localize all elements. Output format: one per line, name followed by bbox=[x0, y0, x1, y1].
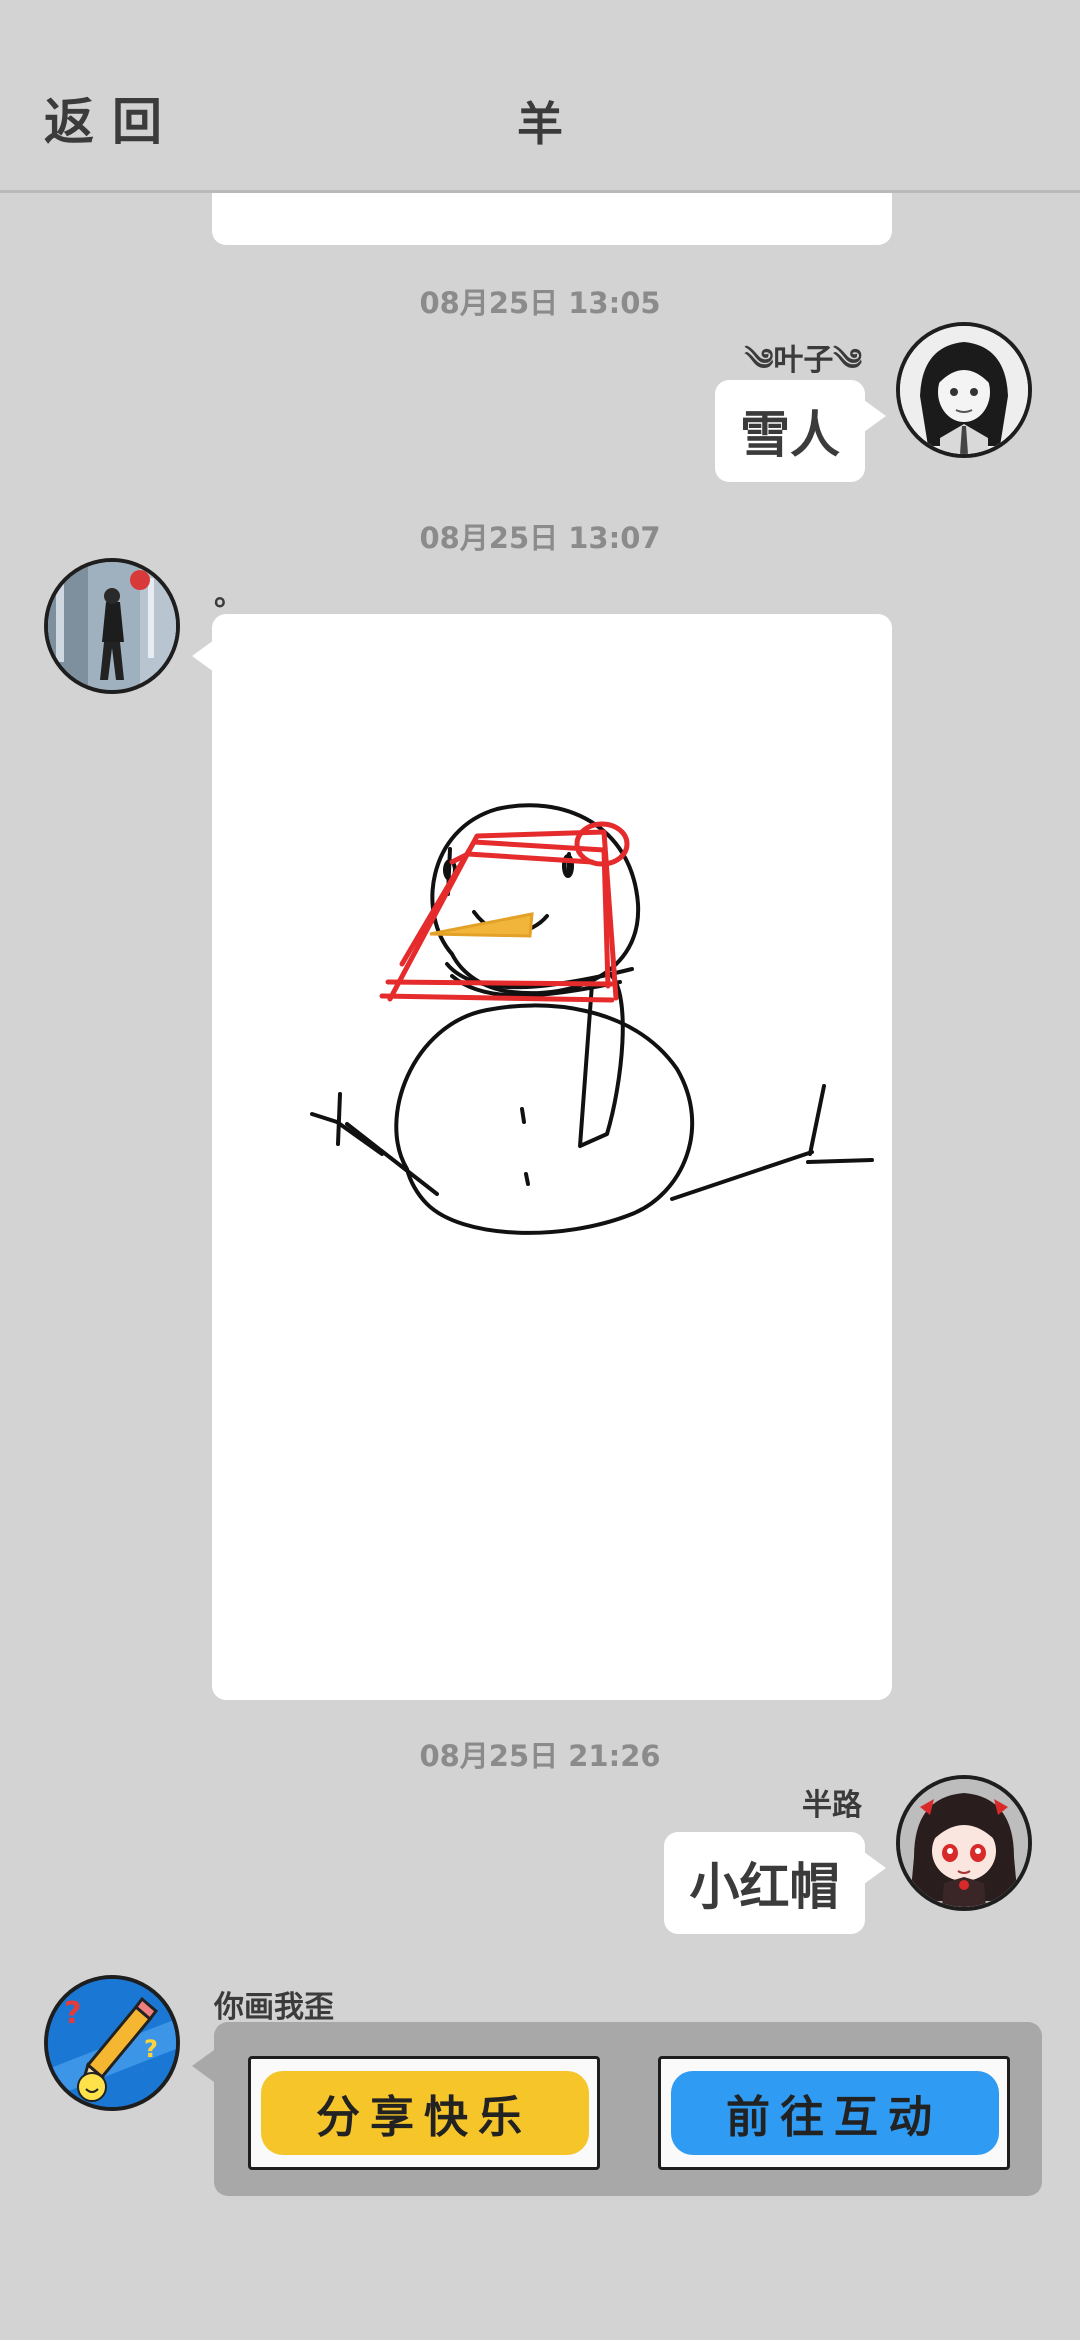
bubble-tail bbox=[864, 400, 886, 432]
message-bubble[interactable]: 雪人 bbox=[715, 380, 865, 482]
avatar-chibi-image bbox=[900, 1779, 1028, 1907]
drawing-card[interactable] bbox=[212, 614, 892, 1700]
timestamp: 08月25日 21:26 bbox=[419, 1739, 661, 1773]
avatar-pencil-icon: ? ? bbox=[48, 1979, 176, 2107]
svg-text:?: ? bbox=[64, 1996, 81, 2031]
user-avatar[interactable] bbox=[896, 322, 1032, 458]
go-interact-button[interactable]: 前往互动 bbox=[658, 2056, 1010, 2170]
svg-text:?: ? bbox=[144, 2035, 158, 2063]
message-bubble[interactable]: 小红帽 bbox=[664, 1832, 865, 1934]
game-invite-card: 分享快乐 前往互动 bbox=[214, 2022, 1042, 2196]
avatar-street-image bbox=[48, 562, 176, 690]
avatar-girl-image bbox=[900, 326, 1028, 454]
timestamp: 08月25日 13:05 bbox=[419, 286, 661, 320]
bubble-tail bbox=[864, 1852, 886, 1884]
go-button-label: 前往互动 bbox=[726, 2092, 942, 2143]
timestamp: 08月25日 13:07 bbox=[419, 521, 661, 555]
contact-avatar[interactable] bbox=[44, 558, 180, 694]
user-avatar[interactable] bbox=[896, 1775, 1032, 1911]
sender-name: 你画我歪 bbox=[214, 1990, 334, 2025]
bubble-tail bbox=[192, 640, 214, 672]
sender-name: 。 bbox=[214, 578, 244, 613]
share-button-label: 分享快乐 bbox=[316, 2092, 532, 2143]
chat-title: 羊 bbox=[517, 97, 563, 151]
contact-avatar[interactable]: ? ? bbox=[44, 1975, 180, 2111]
top-bar: 返回 羊 bbox=[0, 0, 1080, 193]
share-happiness-button[interactable]: 分享快乐 bbox=[248, 2056, 600, 2170]
bubble-tail bbox=[192, 2050, 214, 2082]
sender-name: 半路 bbox=[802, 1788, 862, 1823]
snowman-drawing-image bbox=[310, 803, 874, 1235]
